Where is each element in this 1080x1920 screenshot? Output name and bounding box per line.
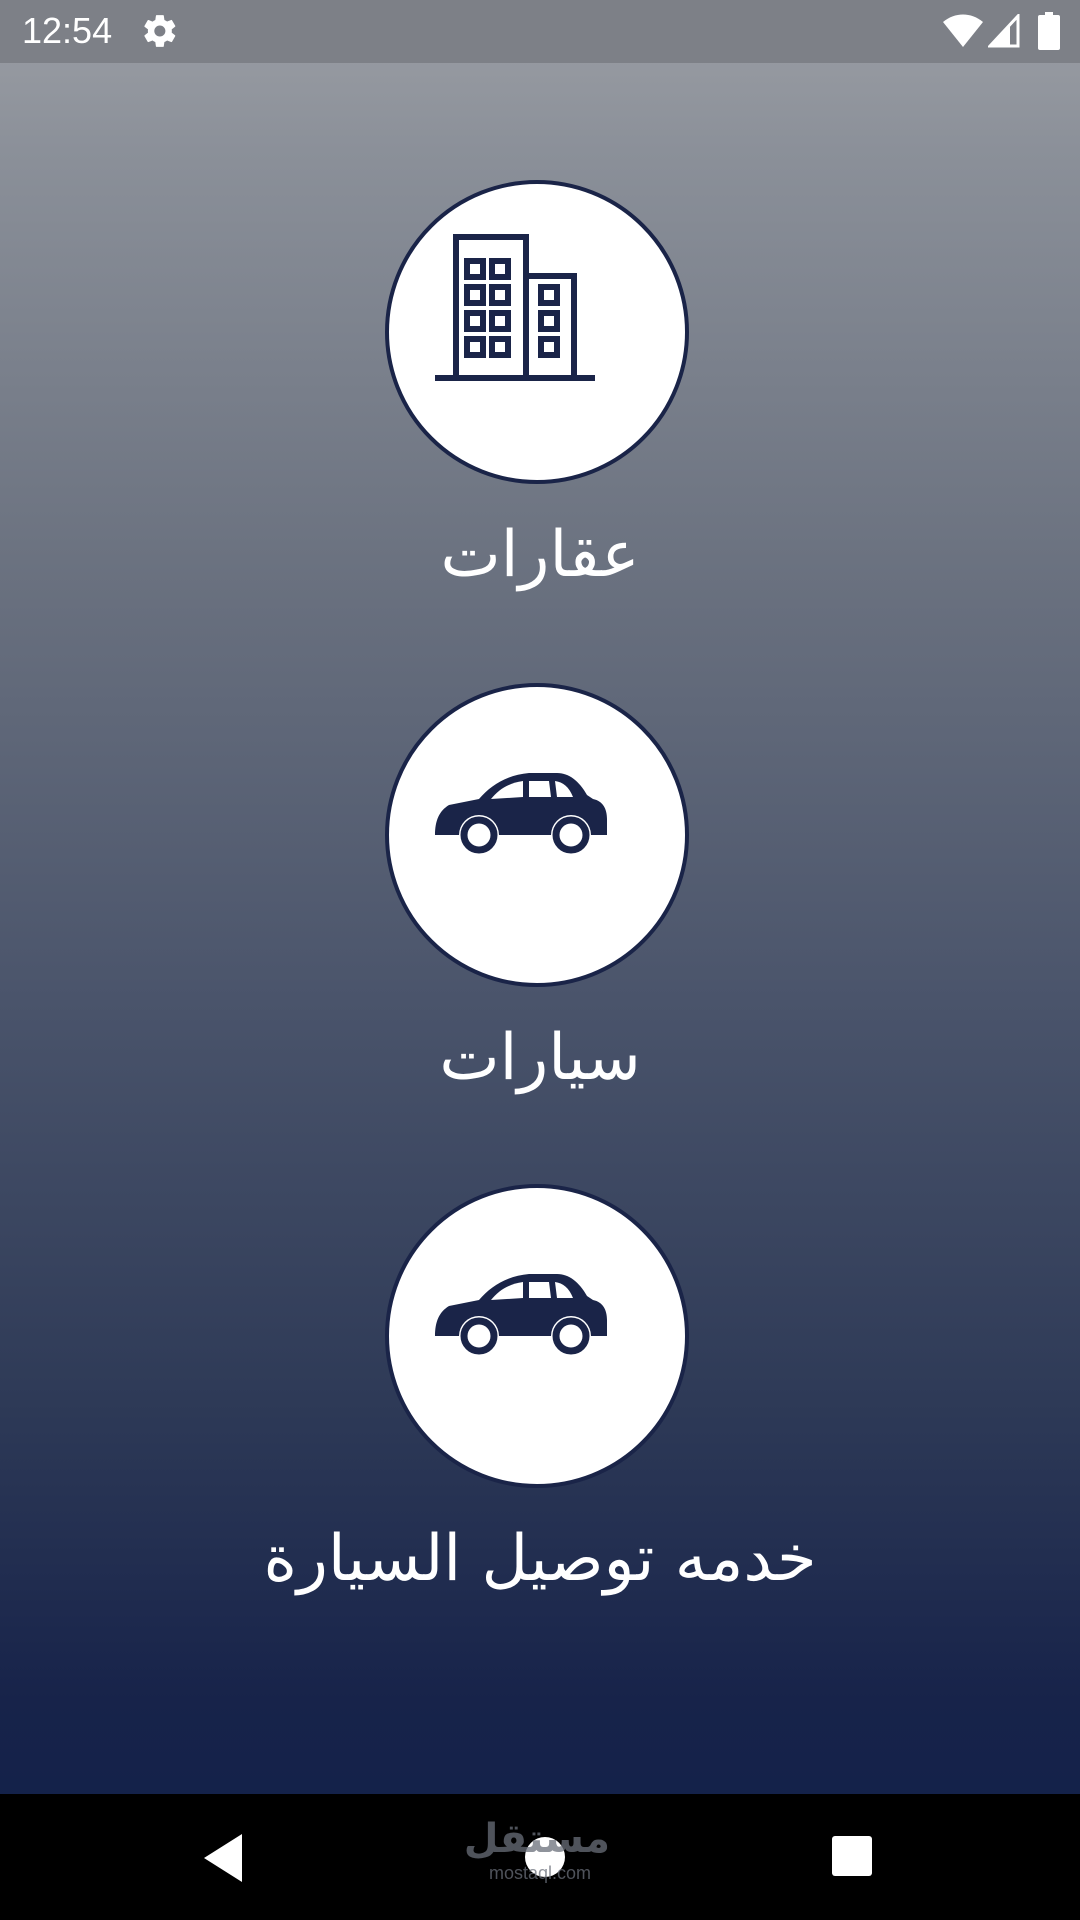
menu-item-label: خدمه توصيل السيارة — [263, 1522, 817, 1596]
menu-item-real-estate[interactable]: عقارات — [0, 180, 1080, 620]
menu-item-label: سيارات — [439, 1021, 641, 1095]
car-icon — [435, 1274, 607, 1355]
watermark: مستقل mostaql.com — [463, 1816, 610, 1884]
status-time: 12:54 — [22, 10, 113, 51]
car-delivery-circle-button[interactable] — [385, 1184, 689, 1488]
car-icon — [435, 773, 607, 854]
real-estate-circle-button[interactable] — [385, 180, 689, 484]
menu-item-label: عقارات — [440, 518, 640, 592]
watermark-logo-text: مستقل — [463, 1816, 610, 1862]
recents-icon[interactable] — [830, 1834, 874, 1878]
app-screen: 12:54 عقارات سيارات خدمه توصيل السيارة م… — [0, 0, 1080, 1920]
back-icon[interactable] — [200, 1832, 250, 1884]
wifi-icon — [943, 14, 983, 47]
building-icon — [435, 234, 595, 381]
signal-icon — [988, 14, 1020, 48]
menu-item-car-delivery[interactable]: خدمه توصيل السيارة — [0, 1184, 1080, 1624]
navigation-bar: مستقل mostaql.com — [0, 1794, 1080, 1920]
status-bar: 12:54 — [0, 0, 1080, 63]
settings-icon — [144, 15, 176, 47]
watermark-url: mostaql.com — [488, 1863, 592, 1883]
menu-item-cars[interactable]: سيارات — [0, 683, 1080, 1123]
battery-icon — [1038, 12, 1060, 50]
cars-circle-button[interactable] — [385, 683, 689, 987]
